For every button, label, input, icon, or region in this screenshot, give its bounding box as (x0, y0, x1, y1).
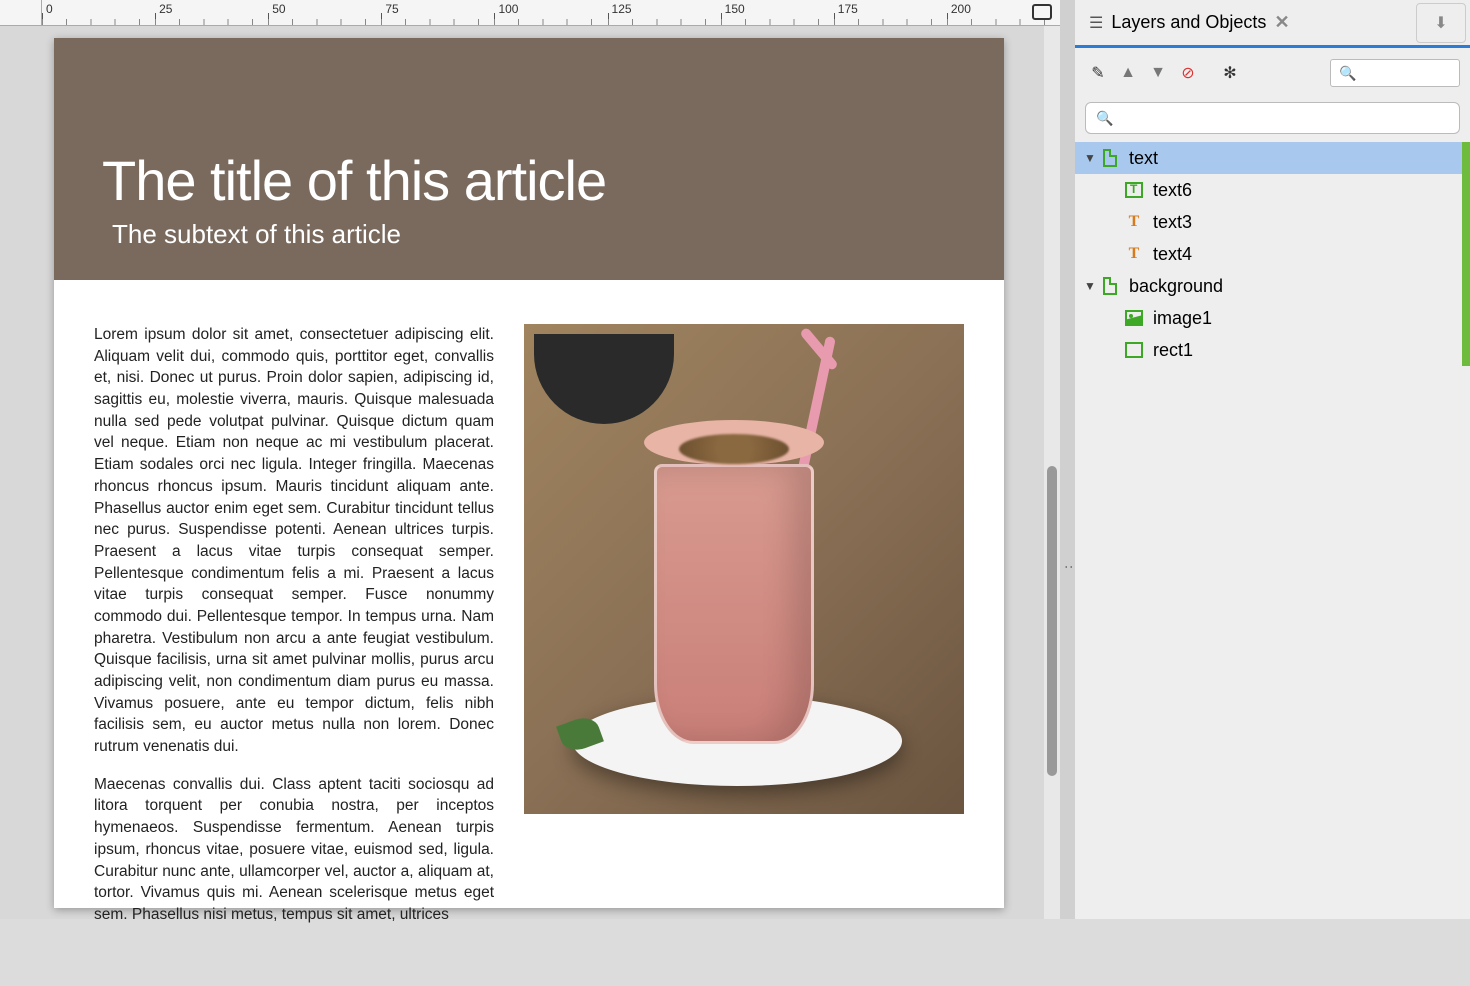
image-glass (634, 424, 834, 744)
panel-toolbar: ✎ ▲ ▼ ⊘ ✻ 🔍 (1075, 48, 1470, 98)
panel-title: Layers and Objects (1111, 12, 1266, 33)
filter-search[interactable]: 🔍 (1085, 102, 1460, 134)
layer-label: text4 (1153, 244, 1462, 265)
page-title[interactable]: The title of this article (102, 148, 956, 213)
panel-menu-button[interactable]: ⬇ (1416, 3, 1466, 43)
layer-item-rect1[interactable]: rect1 (1075, 334, 1470, 366)
ruler-mark: 25 (159, 2, 172, 16)
ruler-mark: 50 (272, 2, 285, 16)
scrollbar-thumb[interactable] (1047, 466, 1057, 776)
vertical-scrollbar[interactable] (1044, 26, 1060, 919)
visibility-indicator[interactable] (1462, 174, 1470, 206)
ruler-mark: 200 (951, 2, 971, 16)
download-icon: ⬇ (1434, 13, 1447, 33)
layer-item-text6[interactable]: text6 (1075, 174, 1470, 206)
layer-item-text4[interactable]: T text4 (1075, 238, 1470, 270)
lower-icon[interactable]: ▼ (1145, 60, 1171, 86)
ruler-mark: 125 (612, 2, 632, 16)
close-icon[interactable]: ✕ (1274, 12, 1289, 33)
page-body: Lorem ipsum dolor sit amet, consectetuer… (54, 280, 1004, 986)
visibility-indicator[interactable] (1462, 270, 1470, 302)
canvas-area[interactable]: 0 25 50 75 100 125 150 175 200 The title… (0, 0, 1060, 919)
delete-icon[interactable]: ⊘ (1175, 60, 1201, 86)
rect-icon (1123, 339, 1145, 361)
paragraph: Lorem ipsum dolor sit amet, consectetuer… (94, 324, 494, 758)
text-icon: T (1123, 243, 1145, 265)
layer-item-background[interactable]: ▼ background (1075, 270, 1470, 302)
layer-label: rect1 (1153, 340, 1462, 361)
toolbar-search[interactable]: 🔍 (1330, 59, 1460, 87)
expand-icon[interactable]: ▼ (1081, 279, 1099, 293)
page-subtitle[interactable]: The subtext of this article (112, 219, 956, 250)
textbox-icon (1123, 179, 1145, 201)
page-header: The title of this article The subtext of… (54, 38, 1004, 280)
display-icon[interactable] (1032, 4, 1052, 20)
layer-tree: ▼ text text6 T text3 T text4 ▼ backgroun… (1075, 142, 1470, 366)
visibility-indicator[interactable] (1462, 302, 1470, 334)
layer-label: background (1129, 276, 1462, 297)
search-icon: 🔍 (1096, 110, 1113, 127)
ruler-mark: 175 (838, 2, 858, 16)
ruler-mark: 75 (385, 2, 398, 16)
page-image[interactable] (524, 324, 964, 814)
layer-label: text6 (1153, 180, 1462, 201)
layer-icon (1099, 275, 1121, 297)
visibility-indicator[interactable] (1462, 238, 1470, 270)
horizontal-ruler[interactable]: 0 25 50 75 100 125 150 175 200 (42, 0, 1060, 26)
text-icon: T (1123, 211, 1145, 233)
ruler-mark: 150 (725, 2, 745, 16)
panel-tabs: ☰ Layers and Objects ✕ ⬇ (1075, 0, 1470, 48)
image-icon (1123, 307, 1145, 329)
layer-label: text (1129, 148, 1462, 169)
visibility-indicator[interactable] (1462, 142, 1470, 174)
ruler-mark: 0 (46, 2, 53, 16)
add-layer-icon[interactable]: ✎ (1085, 60, 1111, 86)
paragraph: Maecenas convallis dui. Class aptent tac… (94, 774, 494, 926)
layer-item-image1[interactable]: image1 (1075, 302, 1470, 334)
visibility-indicator[interactable] (1462, 334, 1470, 366)
tab-layers[interactable]: ☰ Layers and Objects ✕ (1079, 6, 1300, 39)
ruler-mark: 100 (498, 2, 518, 16)
layer-item-text[interactable]: ▼ text (1075, 142, 1470, 174)
expand-icon[interactable]: ▼ (1081, 151, 1099, 165)
layer-icon (1099, 147, 1121, 169)
raise-icon[interactable]: ▲ (1115, 60, 1141, 86)
toolbar-search-input[interactable] (1356, 65, 1451, 81)
page-text-frame[interactable]: Lorem ipsum dolor sit amet, consectetuer… (94, 324, 494, 942)
layers-icon: ☰ (1089, 13, 1103, 33)
layer-label: text3 (1153, 212, 1462, 233)
layer-item-text3[interactable]: T text3 (1075, 206, 1470, 238)
search-icon: 🔍 (1339, 65, 1356, 82)
layers-panel: ☰ Layers and Objects ✕ ⬇ ✎ ▲ ▼ ⊘ ✻ 🔍 🔍 ▼… (1075, 0, 1470, 919)
visibility-indicator[interactable] (1462, 206, 1470, 238)
ruler-corner (0, 0, 42, 26)
layer-label: image1 (1153, 308, 1462, 329)
document-page[interactable]: The title of this article The subtext of… (54, 38, 1004, 908)
filter-input[interactable] (1119, 110, 1449, 126)
settings-icon[interactable]: ✻ (1217, 60, 1243, 86)
panel-divider[interactable]: ⋮ (1060, 0, 1075, 919)
